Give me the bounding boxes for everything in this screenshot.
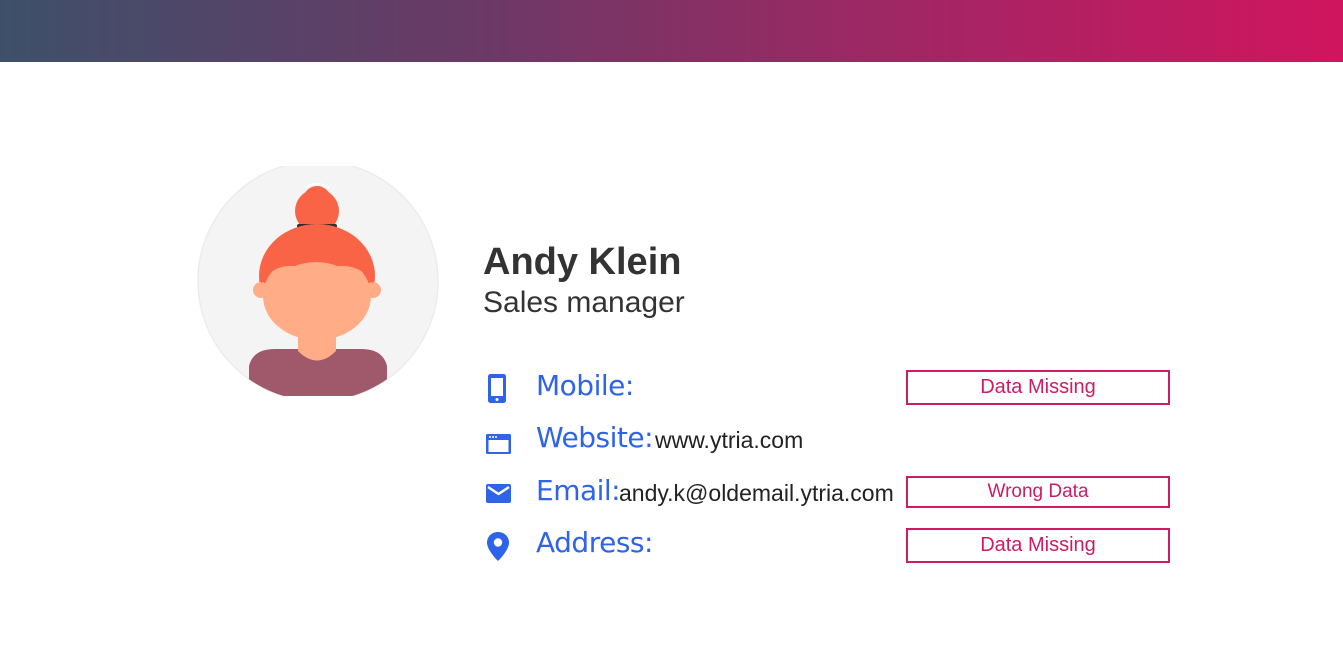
location-pin-icon (487, 532, 509, 561)
envelope-icon (486, 484, 511, 503)
address-data-missing-badge: Data Missing (906, 528, 1170, 563)
profile-name: Andy Klein (483, 241, 682, 283)
email-wrong-data-badge: Wrong Data (906, 476, 1170, 508)
mobile-phone-icon (488, 374, 506, 403)
email-value[interactable]: andy.k@oldemail.ytria.com (619, 480, 894, 507)
website-label: Website: (536, 421, 654, 454)
website-value[interactable]: www.ytria.com (655, 427, 803, 454)
mobile-label: Mobile: (536, 369, 634, 402)
email-label: Email: (536, 474, 621, 507)
mobile-data-missing-badge: Data Missing (906, 370, 1170, 405)
profile-role: Sales manager (483, 286, 685, 319)
address-label: Address: (536, 526, 653, 559)
avatar (197, 166, 439, 396)
browser-window-icon (486, 434, 511, 454)
header-gradient-bar (0, 0, 1343, 62)
